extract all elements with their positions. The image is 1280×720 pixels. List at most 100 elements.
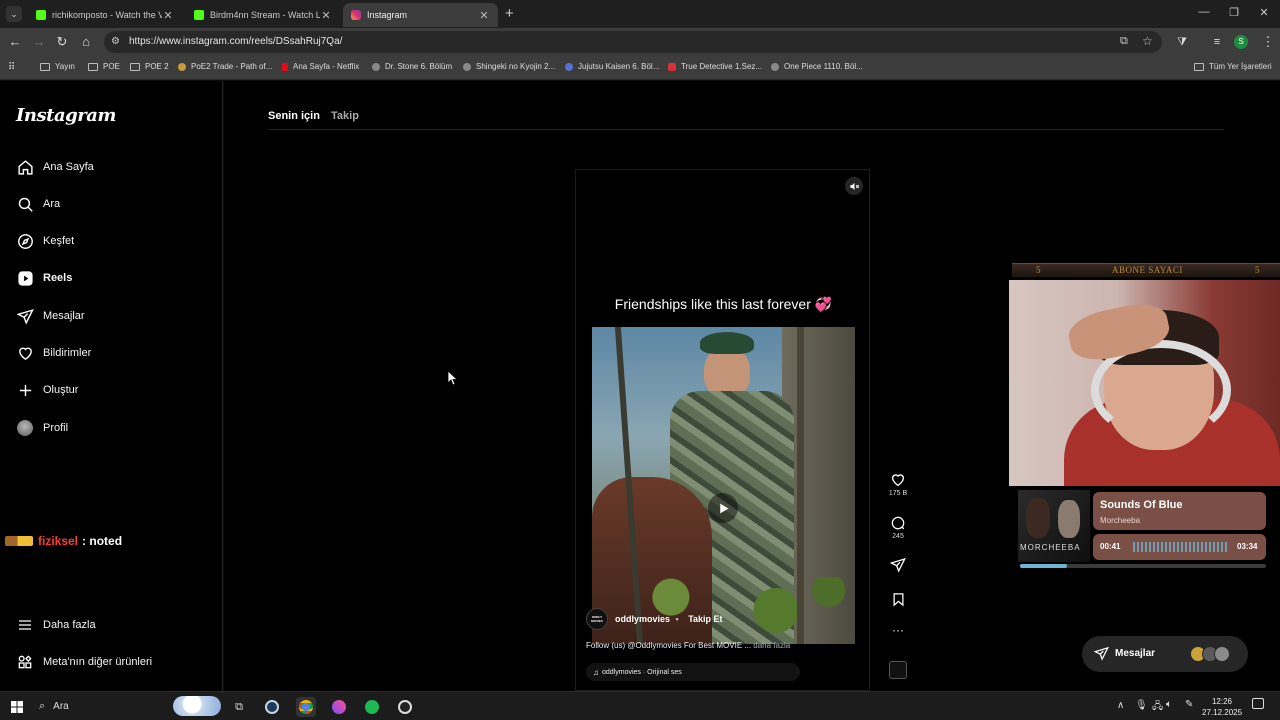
new-tab-button[interactable]: +	[505, 5, 514, 22]
bookmark-item[interactable]: Shingeki no Kyojin 2...	[463, 62, 555, 71]
bookmark-item[interactable]: PoE2 Trade - Path of...	[178, 62, 272, 71]
close-tab-icon[interactable]: ✕	[478, 9, 490, 22]
bookmark-item[interactable]: Yayın	[40, 62, 75, 71]
browser-tab[interactable]: Birdm4nn Stream - Watch Live o ✕	[186, 3, 340, 27]
browser-tab[interactable]: richikomposto - Watch the VOD ✕	[28, 3, 182, 27]
more-options-action[interactable]: ···	[888, 623, 908, 637]
menu-icon[interactable]: ⋮	[1260, 34, 1276, 50]
task-view-icon[interactable]: ⧉	[229, 697, 249, 717]
bookmark-item[interactable]: POE	[88, 62, 120, 71]
microphone-icon[interactable]: 🎙︎	[1135, 700, 1148, 711]
volume-icon[interactable]: 🔈︎	[1166, 699, 1172, 710]
nav-meta-products[interactable]: Meta'nın diğer ürünleri	[16, 650, 152, 674]
browser-tab-active[interactable]: Instagram ✕	[343, 3, 498, 27]
nav-create[interactable]: Oluştur	[16, 378, 78, 402]
nav-messages[interactable]: Mesajlar	[16, 304, 85, 328]
nav-profile[interactable]: Profil	[16, 416, 68, 440]
author-avatar[interactable]: ODDLY MOVIES	[586, 608, 608, 630]
forward-icon[interactable]: →	[31, 34, 47, 50]
apps-icon[interactable]: ⠿	[8, 62, 15, 73]
taskbar-search[interactable]: ⌕ Ara	[31, 694, 223, 718]
media-icon[interactable]: ≡	[1209, 34, 1225, 50]
play-icon	[719, 503, 728, 513]
back-icon[interactable]: ←	[7, 34, 23, 50]
audio-thumbnail[interactable]	[889, 661, 907, 679]
browser-toolbar: ← → ↻ ⌂ ⚙ https://www.instagram.com/reel…	[0, 28, 1280, 56]
bookmark-item[interactable]: True Detective 1.Sez...	[668, 62, 762, 71]
like-action[interactable]: 175 B	[888, 472, 908, 497]
extensions-icon[interactable]: ⧩	[1174, 34, 1190, 50]
instagram-logo[interactable]: Instagram	[16, 105, 116, 126]
pen-icon[interactable]: ✎	[1185, 699, 1193, 710]
spotify-icon[interactable]	[362, 697, 382, 717]
audio-pill[interactable]: ♫ oddlymovies · Orijinal ses	[586, 663, 800, 681]
nav-label: Ana Sayfa	[43, 161, 94, 173]
reload-icon[interactable]: ↻	[54, 34, 70, 50]
bookmark-icon	[893, 593, 903, 607]
site-icon	[372, 62, 380, 71]
compass-icon	[16, 232, 34, 250]
bookmark-item[interactable]: Jujutsu Kaisen 6. Böl...	[565, 62, 659, 71]
site-info-icon[interactable]: ⚙	[111, 36, 120, 47]
play-button[interactable]	[708, 493, 738, 523]
network-icon[interactable]: 🖧	[1152, 699, 1163, 716]
nav-home[interactable]: Ana Sayfa	[16, 155, 94, 179]
close-tab-icon[interactable]: ✕	[162, 9, 174, 22]
restore-icon[interactable]: ❐	[1227, 6, 1241, 19]
author-username[interactable]: oddlymovies	[615, 614, 670, 624]
video-figure-head	[704, 347, 750, 397]
song-artist: Morcheeba	[1100, 516, 1141, 525]
site-icon	[668, 62, 676, 71]
home-icon	[16, 158, 34, 176]
follow-button[interactable]: Takip Et	[688, 614, 722, 624]
obs-icon[interactable]	[395, 697, 415, 717]
taskbar-search-text: Ara	[53, 700, 69, 712]
close-tab-icon[interactable]: ✕	[320, 9, 332, 22]
bookmark-star-icon[interactable]: ☆	[1142, 34, 1153, 48]
nav-search[interactable]: Ara	[16, 192, 60, 216]
bookmark-item[interactable]: One Piece 1110. Böl...	[771, 62, 863, 71]
reel-card[interactable]: Friendships like this last forever 💞 ODD…	[575, 169, 870, 691]
clock[interactable]: 12:26 27.12.2025	[1202, 696, 1242, 718]
share-action[interactable]	[888, 557, 908, 575]
save-action[interactable]	[888, 592, 908, 609]
nav-notifications[interactable]: Bildirimler	[16, 341, 91, 365]
more-link[interactable]: daha fazla	[753, 641, 790, 650]
folder-icon	[1194, 62, 1204, 71]
tab-title: Birdm4nn Stream - Watch Live o	[210, 10, 320, 20]
bookmark-item[interactable]: Dr. Stone 6. Bölüm	[372, 62, 452, 71]
address-bar[interactable]: ⚙ https://www.instagram.com/reels/DSsahR…	[104, 31, 1162, 53]
nav-reels[interactable]: Reels	[16, 266, 72, 290]
poe-icon	[178, 62, 186, 71]
webcam-overlay	[1009, 280, 1280, 486]
url-text[interactable]: https://www.instagram.com/reels/DSsahRuj…	[129, 36, 342, 47]
comment-action[interactable]: 245	[888, 515, 908, 540]
messages-button[interactable]: Mesajlar	[1082, 636, 1248, 672]
minimize-icon[interactable]: —	[1197, 6, 1211, 18]
reel-video[interactable]	[592, 327, 855, 644]
nav-more[interactable]: Daha fazla	[16, 613, 96, 637]
tab-title: Instagram	[367, 10, 408, 20]
bookmark-item[interactable]: POE 2	[130, 62, 169, 71]
chrome-icon[interactable]	[296, 697, 316, 717]
all-bookmarks-folder[interactable]: Tüm Yer İşaretleri	[1194, 62, 1272, 71]
tab-for-you[interactable]: Senin için	[268, 110, 320, 122]
nav-explore[interactable]: Keşfet	[16, 229, 74, 253]
nav-label: Ara	[43, 198, 61, 210]
tab-search-button[interactable]: ⌄	[6, 6, 22, 22]
notification-icon[interactable]	[1252, 698, 1264, 709]
song-time-card: 00:41 03:34	[1093, 534, 1266, 560]
bookmark-item[interactable]: Ana Sayfa - Netflix	[282, 62, 359, 71]
send-icon	[889, 557, 906, 573]
comment-icon	[891, 516, 905, 530]
mute-button[interactable]	[845, 177, 863, 195]
windows-start-icon[interactable]	[7, 697, 27, 717]
messenger-icon[interactable]	[329, 697, 349, 717]
install-app-icon[interactable]: ⧉	[1120, 35, 1128, 48]
tab-following[interactable]: Takip	[331, 110, 359, 122]
steam-icon[interactable]	[262, 697, 282, 717]
tray-chevron-icon[interactable]: ∧	[1117, 700, 1124, 711]
profile-avatar[interactable]: S	[1234, 35, 1248, 49]
home-icon[interactable]: ⌂	[78, 34, 94, 50]
close-window-icon[interactable]: ✕	[1257, 6, 1271, 19]
